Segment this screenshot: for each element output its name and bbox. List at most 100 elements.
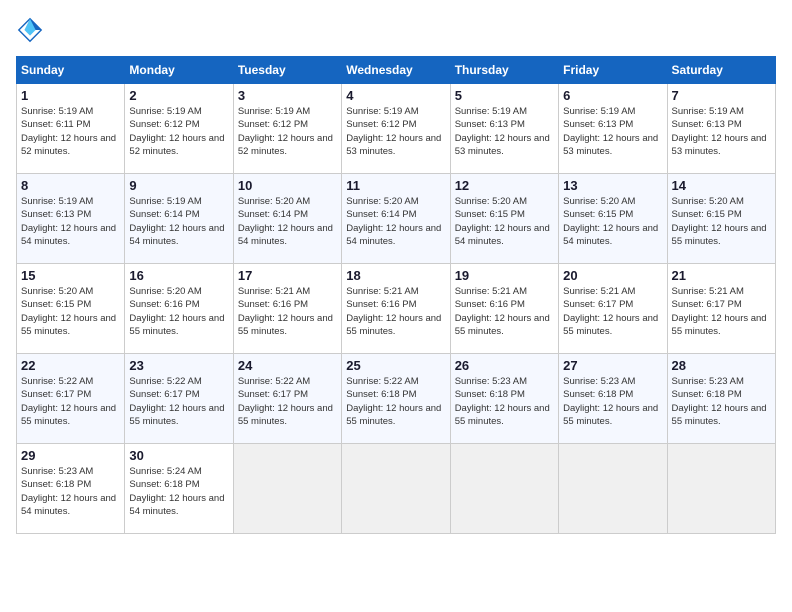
day-number: 28 — [672, 358, 771, 373]
day-number: 22 — [21, 358, 120, 373]
cell-details: Sunrise: 5:19 AMSunset: 6:12 PMDaylight:… — [238, 105, 337, 158]
calendar-cell: 30 Sunrise: 5:24 AMSunset: 6:18 PMDayligh… — [125, 444, 233, 534]
day-number: 14 — [672, 178, 771, 193]
calendar-cell: 10 Sunrise: 5:20 AMSunset: 6:14 PMDayligh… — [233, 174, 341, 264]
day-number: 16 — [129, 268, 228, 283]
calendar-week-row: 8 Sunrise: 5:19 AMSunset: 6:13 PMDaylight… — [17, 174, 776, 264]
calendar-cell: 26 Sunrise: 5:23 AMSunset: 6:18 PMDayligh… — [450, 354, 558, 444]
calendar-week-row: 29 Sunrise: 5:23 AMSunset: 6:18 PMDayligh… — [17, 444, 776, 534]
calendar-cell — [342, 444, 450, 534]
logo-icon — [16, 16, 44, 44]
calendar-header-row: SundayMondayTuesdayWednesdayThursdayFrid… — [17, 57, 776, 84]
calendar-cell: 9 Sunrise: 5:19 AMSunset: 6:14 PMDaylight… — [125, 174, 233, 264]
cell-details: Sunrise: 5:19 AMSunset: 6:13 PMDaylight:… — [672, 105, 771, 158]
day-number: 30 — [129, 448, 228, 463]
calendar-cell: 3 Sunrise: 5:19 AMSunset: 6:12 PMDaylight… — [233, 84, 341, 174]
day-number: 5 — [455, 88, 554, 103]
cell-details: Sunrise: 5:21 AMSunset: 6:16 PMDaylight:… — [455, 285, 554, 338]
calendar-cell: 7Sunrise: 5:19 AMSunset: 6:13 PMDaylight… — [667, 84, 775, 174]
cell-details: Sunrise: 5:21 AMSunset: 6:17 PMDaylight:… — [672, 285, 771, 338]
day-number: 3 — [238, 88, 337, 103]
column-header-thursday: Thursday — [450, 57, 558, 84]
calendar-cell — [450, 444, 558, 534]
day-number: 4 — [346, 88, 445, 103]
day-number: 9 — [129, 178, 228, 193]
day-number: 11 — [346, 178, 445, 193]
calendar-cell: 1 Sunrise: 5:19 AMSunset: 6:11 PMDaylight… — [17, 84, 125, 174]
column-header-monday: Monday — [125, 57, 233, 84]
calendar-cell: 6 Sunrise: 5:19 AMSunset: 6:13 PMDaylight… — [559, 84, 667, 174]
cell-details: Sunrise: 5:22 AMSunset: 6:17 PMDaylight:… — [21, 375, 120, 428]
calendar-cell — [667, 444, 775, 534]
calendar-cell: 8 Sunrise: 5:19 AMSunset: 6:13 PMDaylight… — [17, 174, 125, 264]
cell-details: Sunrise: 5:21 AMSunset: 6:16 PMDaylight:… — [346, 285, 445, 338]
day-number: 29 — [21, 448, 120, 463]
column-header-saturday: Saturday — [667, 57, 775, 84]
column-header-tuesday: Tuesday — [233, 57, 341, 84]
day-number: 25 — [346, 358, 445, 373]
calendar-cell: 14Sunrise: 5:20 AMSunset: 6:15 PMDayligh… — [667, 174, 775, 264]
calendar-cell: 17 Sunrise: 5:21 AMSunset: 6:16 PMDayligh… — [233, 264, 341, 354]
day-number: 26 — [455, 358, 554, 373]
calendar-cell: 24Sunrise: 5:22 AMSunset: 6:17 PMDayligh… — [233, 354, 341, 444]
cell-details: Sunrise: 5:19 AMSunset: 6:13 PMDaylight:… — [21, 195, 120, 248]
cell-details: Sunrise: 5:20 AMSunset: 6:14 PMDaylight:… — [346, 195, 445, 248]
cell-details: Sunrise: 5:19 AMSunset: 6:12 PMDaylight:… — [129, 105, 228, 158]
cell-details: Sunrise: 5:19 AMSunset: 6:14 PMDaylight:… — [129, 195, 228, 248]
calendar-cell: 25 Sunrise: 5:22 AMSunset: 6:18 PMDayligh… — [342, 354, 450, 444]
cell-details: Sunrise: 5:20 AMSunset: 6:15 PMDaylight:… — [563, 195, 662, 248]
day-number: 8 — [21, 178, 120, 193]
cell-details: Sunrise: 5:20 AMSunset: 6:16 PMDaylight:… — [129, 285, 228, 338]
calendar-table: SundayMondayTuesdayWednesdayThursdayFrid… — [16, 56, 776, 534]
day-number: 27 — [563, 358, 662, 373]
cell-details: Sunrise: 5:22 AMSunset: 6:17 PMDaylight:… — [238, 375, 337, 428]
calendar-cell: 20Sunrise: 5:21 AMSunset: 6:17 PMDayligh… — [559, 264, 667, 354]
cell-details: Sunrise: 5:19 AMSunset: 6:13 PMDaylight:… — [455, 105, 554, 158]
calendar-cell: 16 Sunrise: 5:20 AMSunset: 6:16 PMDayligh… — [125, 264, 233, 354]
day-number: 15 — [21, 268, 120, 283]
day-number: 13 — [563, 178, 662, 193]
column-header-friday: Friday — [559, 57, 667, 84]
logo — [16, 16, 48, 44]
calendar-cell: 15 Sunrise: 5:20 AMSunset: 6:15 PMDayligh… — [17, 264, 125, 354]
cell-details: Sunrise: 5:23 AMSunset: 6:18 PMDaylight:… — [455, 375, 554, 428]
day-number: 21 — [672, 268, 771, 283]
calendar-cell: 27 Sunrise: 5:23 AMSunset: 6:18 PMDayligh… — [559, 354, 667, 444]
cell-details: Sunrise: 5:23 AMSunset: 6:18 PMDaylight:… — [672, 375, 771, 428]
cell-details: Sunrise: 5:22 AMSunset: 6:18 PMDaylight:… — [346, 375, 445, 428]
calendar-cell: 22 Sunrise: 5:22 AMSunset: 6:17 PMDayligh… — [17, 354, 125, 444]
cell-details: Sunrise: 5:20 AMSunset: 6:14 PMDaylight:… — [238, 195, 337, 248]
day-number: 6 — [563, 88, 662, 103]
calendar-cell: 4Sunrise: 5:19 AMSunset: 6:12 PMDaylight… — [342, 84, 450, 174]
page-header — [16, 16, 776, 44]
day-number: 10 — [238, 178, 337, 193]
calendar-cell: 12Sunrise: 5:20 AMSunset: 6:15 PMDayligh… — [450, 174, 558, 264]
calendar-week-row: 1 Sunrise: 5:19 AMSunset: 6:11 PMDaylight… — [17, 84, 776, 174]
calendar-cell — [233, 444, 341, 534]
cell-details: Sunrise: 5:19 AMSunset: 6:11 PMDaylight:… — [21, 105, 120, 158]
cell-details: Sunrise: 5:20 AMSunset: 6:15 PMDaylight:… — [455, 195, 554, 248]
cell-details: Sunrise: 5:23 AMSunset: 6:18 PMDaylight:… — [21, 465, 120, 518]
calendar-week-row: 22 Sunrise: 5:22 AMSunset: 6:17 PMDayligh… — [17, 354, 776, 444]
calendar-cell: 29 Sunrise: 5:23 AMSunset: 6:18 PMDayligh… — [17, 444, 125, 534]
day-number: 1 — [21, 88, 120, 103]
column-header-sunday: Sunday — [17, 57, 125, 84]
calendar-cell: 13 Sunrise: 5:20 AMSunset: 6:15 PMDayligh… — [559, 174, 667, 264]
day-number: 2 — [129, 88, 228, 103]
calendar-cell: 2 Sunrise: 5:19 AMSunset: 6:12 PMDaylight… — [125, 84, 233, 174]
calendar-week-row: 15 Sunrise: 5:20 AMSunset: 6:15 PMDayligh… — [17, 264, 776, 354]
calendar-cell: 19 Sunrise: 5:21 AMSunset: 6:16 PMDayligh… — [450, 264, 558, 354]
cell-details: Sunrise: 5:19 AMSunset: 6:13 PMDaylight:… — [563, 105, 662, 158]
cell-details: Sunrise: 5:21 AMSunset: 6:16 PMDaylight:… — [238, 285, 337, 338]
day-number: 17 — [238, 268, 337, 283]
cell-details: Sunrise: 5:20 AMSunset: 6:15 PMDaylight:… — [21, 285, 120, 338]
day-number: 20 — [563, 268, 662, 283]
day-number: 19 — [455, 268, 554, 283]
calendar-cell: 11 Sunrise: 5:20 AMSunset: 6:14 PMDayligh… — [342, 174, 450, 264]
cell-details: Sunrise: 5:22 AMSunset: 6:17 PMDaylight:… — [129, 375, 228, 428]
calendar-cell — [559, 444, 667, 534]
cell-details: Sunrise: 5:24 AMSunset: 6:18 PMDaylight:… — [129, 465, 228, 518]
cell-details: Sunrise: 5:23 AMSunset: 6:18 PMDaylight:… — [563, 375, 662, 428]
calendar-cell: 5 Sunrise: 5:19 AMSunset: 6:13 PMDaylight… — [450, 84, 558, 174]
day-number: 18 — [346, 268, 445, 283]
